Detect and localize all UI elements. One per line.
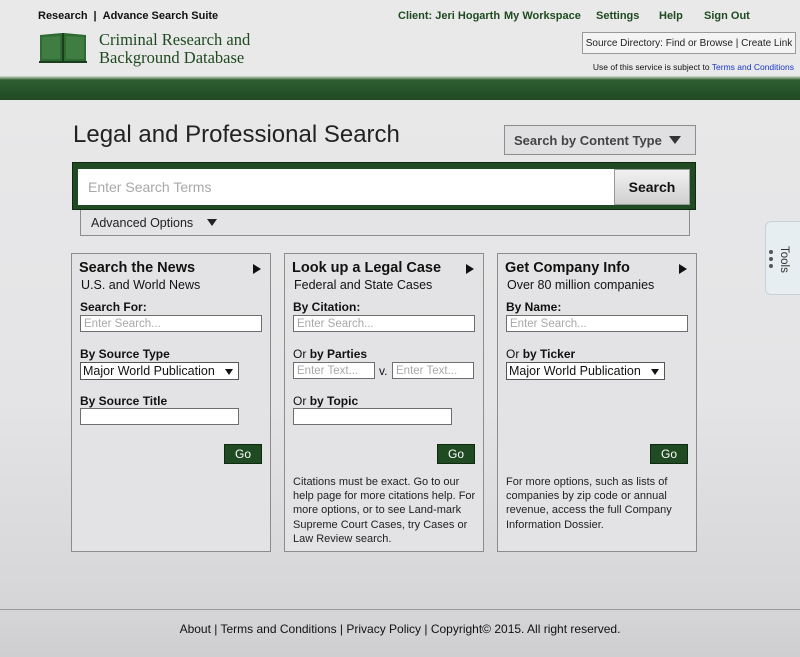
company-go-button[interactable]: Go — [650, 444, 688, 464]
book-icon — [39, 33, 87, 63]
news-go-button[interactable]: Go — [224, 444, 262, 464]
arrow-right-icon[interactable] — [253, 264, 261, 274]
source-type-label: By Source Type — [80, 347, 170, 361]
ticker-label: Or by Ticker — [506, 347, 576, 361]
nav-my-workspace[interactable]: My Workspace — [504, 10, 581, 22]
legal-panel-subtitle: Federal and State Cases — [294, 278, 433, 292]
company-panel-subtitle: Over 80 million companies — [507, 278, 655, 292]
source-title-label: By Source Title — [80, 394, 168, 408]
advanced-options-label: Advanced Options — [91, 215, 194, 230]
citation-label: By Citation: — [293, 300, 361, 314]
chevron-down-icon — [225, 369, 233, 375]
legal-go-button[interactable]: Go — [437, 444, 475, 464]
legal-case-panel: Look up a Legal Case Federal and State C… — [284, 253, 484, 552]
versus-label: v. — [379, 364, 388, 378]
top-nav: Client: Jeri Hogarth My Workspace Settin… — [380, 10, 800, 24]
ticker-value: Major World Publication — [509, 364, 641, 378]
source-type-value: Major World Publication — [83, 364, 215, 378]
search-bar: Search — [72, 162, 696, 210]
breadcrumb-separator: | — [93, 10, 97, 22]
ticker-select[interactable]: Major World Publication — [506, 362, 665, 380]
search-button[interactable]: Search — [614, 169, 690, 205]
citation-help-note: Citations must be exact. Go to our help … — [293, 476, 476, 545]
advance-search-suite-link[interactable]: Advance Search Suite — [103, 10, 219, 22]
nav-sign-out[interactable]: Sign Out — [704, 10, 750, 22]
terms-notice-text: Use of this service is subject to — [592, 62, 710, 72]
arrow-right-icon[interactable] — [466, 264, 474, 274]
nav-settings[interactable]: Settings — [596, 10, 639, 22]
logo-line-2: Background Database — [99, 48, 245, 67]
drag-handle-icon[interactable] — [769, 250, 774, 271]
page-header: Research | Advance Search Suite Client: Je… — [0, 0, 800, 76]
advanced-options-toggle[interactable]: Advanced Options — [80, 210, 690, 236]
terms-link[interactable]: Terms and Conditions — [712, 62, 794, 72]
content-type-label: Search by Content Type — [514, 132, 662, 148]
source-title-input[interactable] — [80, 408, 239, 425]
topic-label: Or by Topic — [293, 394, 359, 408]
company-info-panel: Get Company Info Over 80 million compani… — [497, 253, 697, 552]
search-input[interactable] — [78, 169, 616, 205]
party-one-input[interactable] — [293, 362, 375, 379]
company-panel-title[interactable]: Get Company Info — [505, 260, 630, 276]
research-link[interactable]: Research — [38, 10, 88, 22]
tools-label: Tools — [778, 246, 790, 273]
client-label[interactable]: Client: Jeri Hogarth — [398, 10, 500, 22]
news-panel-subtitle: U.S. and World News — [81, 278, 201, 292]
chevron-down-icon — [651, 369, 659, 375]
news-panel: Search the News U.S. and World News Sear… — [71, 253, 271, 552]
parties-label: Or by Parties — [293, 347, 368, 361]
arrow-right-icon[interactable] — [679, 264, 687, 274]
page-title: Legal and Professional Search — [73, 121, 400, 148]
nav-help[interactable]: Help — [659, 10, 683, 22]
legal-panel-title[interactable]: Look up a Legal Case — [292, 260, 441, 276]
header-green-bar — [0, 76, 800, 100]
search-for-label: Search For: — [80, 300, 147, 314]
citation-input[interactable] — [293, 315, 475, 332]
company-name-input[interactable] — [506, 315, 688, 332]
chevron-down-icon — [669, 136, 681, 144]
footer-divider — [0, 609, 800, 610]
logo[interactable]: Criminal Research and Background Databas… — [38, 31, 298, 67]
tools-tab[interactable]: Tools — [765, 221, 800, 295]
news-search-input[interactable] — [80, 315, 262, 332]
terms-notice: Use of this service is subject to Terms … — [593, 62, 794, 72]
chevron-down-icon — [207, 219, 218, 226]
topic-input[interactable] — [293, 408, 452, 425]
footer-links[interactable]: About | Terms and Conditions | Privacy P… — [0, 622, 800, 636]
news-panel-title[interactable]: Search the News — [79, 260, 195, 276]
source-directory-button[interactable]: Source Directory: Find or Browse | Creat… — [582, 32, 796, 54]
party-two-input[interactable] — [392, 362, 474, 379]
logo-text: Criminal Research and Background Databas… — [99, 31, 250, 67]
top-breadcrumb: Research | Advance Search Suite — [38, 10, 218, 22]
source-type-select[interactable]: Major World Publication — [80, 362, 239, 380]
logo-line-1: Criminal Research and — [99, 30, 251, 49]
company-info-note: For more options, such as lists of compa… — [506, 476, 672, 531]
content-type-dropdown[interactable]: Search by Content Type — [504, 125, 696, 155]
company-name-label: By Name: — [506, 300, 562, 314]
